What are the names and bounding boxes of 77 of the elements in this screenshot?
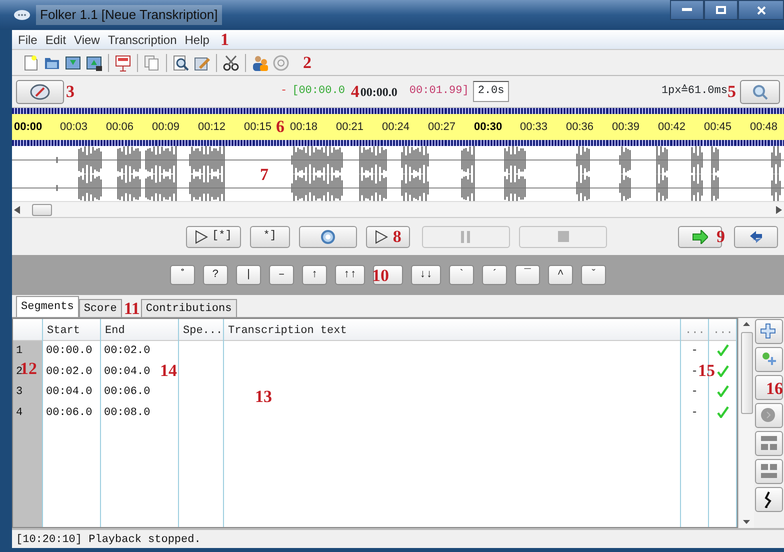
- timeline-ruler[interactable]: 00:00 00:03 00:06 00:09 00:12 00:15 6 00:18 00:21 00:24 00:27 00:30 00:33 00:36 00:39 00:42 00:45 00:48: [12, 108, 784, 146]
- time-label: 00:00: [14, 120, 42, 133]
- selection-marker: -: [280, 84, 288, 100]
- symbol-button[interactable]: `: [449, 265, 474, 285]
- symbol-button[interactable]: ¯: [515, 265, 540, 285]
- time-label: 00:12: [198, 120, 226, 133]
- menu-item[interactable]: View: [71, 30, 103, 48]
- table-cell-text: 00:06.0: [45, 406, 94, 420]
- time-label: 00:15: [244, 120, 272, 133]
- symbol-button[interactable]: ?: [203, 265, 228, 285]
- callout-number: 6: [276, 118, 284, 135]
- symbol-button[interactable]: ↓↓: [411, 265, 441, 285]
- callout-number: 12: [20, 360, 37, 377]
- toolbar-button[interactable]: 16: [755, 375, 783, 400]
- time-label: 00:09: [152, 120, 180, 133]
- symbol-button[interactable]: –: [269, 265, 294, 285]
- table-cell: -: [691, 345, 698, 357]
- table-cell: 00:02.0: [104, 345, 150, 357]
- callout-number: 11: [124, 300, 140, 317]
- table-cell-text: 00:04.0: [45, 385, 94, 400]
- table-cell: 00:04.0: [104, 366, 150, 378]
- play-button[interactable]: [*]: [186, 226, 241, 248]
- time-label: 00:24: [382, 120, 410, 133]
- symbol-button[interactable]: ↑↑: [335, 265, 365, 285]
- table-cell: -: [691, 366, 698, 378]
- tab[interactable]: Score: [78, 299, 122, 317]
- symbol-button[interactable]: ´: [482, 265, 507, 285]
- time-label: 00:39: [612, 120, 640, 133]
- callout-number: 3: [66, 83, 74, 100]
- symbol-button[interactable]: ^: [548, 265, 573, 285]
- symbol-button[interactable]: |: [236, 265, 261, 285]
- selection-end: 00:01.99]: [409, 84, 469, 100]
- symbol-button[interactable]: ˇ: [581, 265, 606, 285]
- callout-number: 5: [728, 83, 736, 100]
- current-time: 00:00.0: [360, 84, 398, 100]
- callout-number: 9: [716, 228, 725, 245]
- callout-number: 1: [220, 31, 229, 48]
- callout-number: 13: [255, 388, 272, 405]
- time-label: 00:18: [290, 120, 318, 133]
- table-cell-text: 00:02.0: [45, 364, 94, 380]
- callout-number: 7: [260, 166, 268, 183]
- table-cell: -: [691, 406, 698, 418]
- time-label: 00:48: [750, 120, 778, 133]
- table-cell: 00:06.0: [104, 386, 150, 398]
- menu-item[interactable]: Edit: [42, 30, 70, 48]
- time-label: 00:27: [428, 120, 456, 133]
- callout-number: 14: [160, 362, 177, 379]
- time-label: 00:42: [658, 120, 686, 133]
- zoom-scale: 1px≙61.0ms: [661, 83, 728, 100]
- callout-number: 4: [350, 83, 360, 100]
- menu-item[interactable]: File: [15, 30, 40, 48]
- symbol-button[interactable]: ↑: [302, 265, 327, 285]
- time-label: 00:36: [566, 120, 594, 133]
- callout-number: 8: [392, 228, 402, 245]
- table-cell: -: [691, 386, 698, 398]
- tab[interactable]: Contributions: [140, 299, 237, 317]
- window-title: Folker 1.1 [Neue Transkription]: [36, 5, 222, 25]
- callout-number: 16: [766, 380, 783, 397]
- callout-number: 15: [698, 362, 715, 379]
- menu-item[interactable]: Help: [182, 30, 212, 48]
- time-label: 00:30: [474, 120, 502, 133]
- time-label: 00:03: [60, 120, 88, 133]
- symbol-button[interactable]: ˚: [170, 265, 195, 285]
- time-label: 00:33: [520, 120, 548, 133]
- time-label: 00:45: [704, 120, 732, 133]
- time-label: 00:21: [336, 120, 364, 133]
- menu-item[interactable]: Transcription: [104, 30, 180, 48]
- tab[interactable]: Segments: [16, 296, 79, 317]
- symbol-button[interactable]: 10: [373, 265, 403, 285]
- table-cell-text: 00:00.0: [45, 344, 94, 359]
- time-label: 00:06: [106, 120, 134, 133]
- play-to-end-button[interactable]: *]: [250, 226, 290, 248]
- duration-field[interactable]: 2.0s: [472, 81, 510, 102]
- callout-number: 2: [303, 54, 312, 71]
- table-cell: 00:08.0: [104, 406, 150, 418]
- selection-start: [00:00.0: [292, 84, 345, 100]
- callout-number: 10: [372, 267, 389, 284]
